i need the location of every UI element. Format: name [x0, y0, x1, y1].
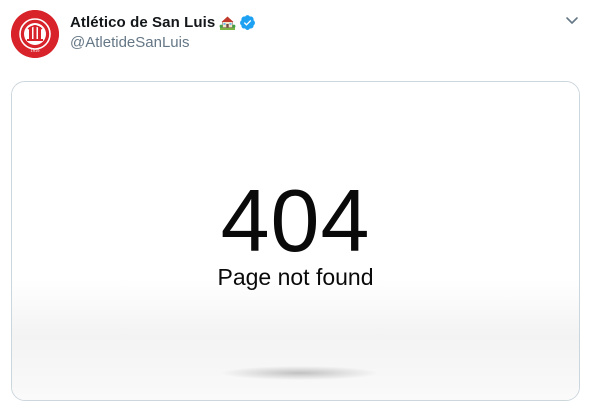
- user-handle[interactable]: @AtletideSanLuis: [70, 34, 256, 51]
- verified-badge-icon: [239, 14, 256, 31]
- club-crest-icon: 1919: [11, 10, 59, 58]
- tweet-header: Atlético de San Luis @AtletideSanLuis: [70, 12, 256, 51]
- house-with-garden-icon: [219, 14, 236, 31]
- svg-text:1919: 1919: [31, 48, 41, 53]
- error-code-text: 404: [220, 171, 371, 270]
- error-message-text: Page not found: [217, 264, 374, 290]
- name-row: Atlético de San Luis: [70, 12, 256, 32]
- avatar[interactable]: 1919: [11, 10, 59, 58]
- display-name[interactable]: Atlético de San Luis: [70, 14, 215, 31]
- media-image-card[interactable]: 404 Page not found: [11, 81, 580, 401]
- tweet: 1919 Atlético de San Luis @AtletideSanLu…: [0, 0, 594, 416]
- floor-shadow: [222, 366, 377, 380]
- chevron-down-icon[interactable]: [564, 12, 580, 28]
